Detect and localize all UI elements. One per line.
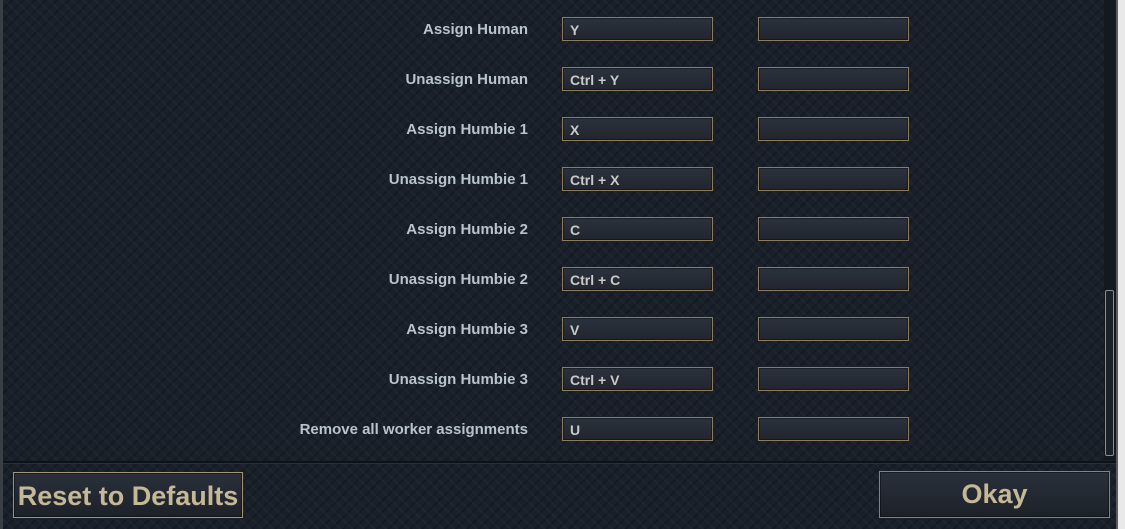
secondary-key-field[interactable] (758, 67, 909, 91)
keybinding-row: Assign Humbie 1 X (3, 117, 1103, 143)
action-label: Assign Humbie 3 (406, 321, 528, 338)
action-label: Assign Humbie 2 (406, 221, 528, 238)
secondary-key-field[interactable] (758, 417, 909, 441)
keybinding-row: Assign Humbie 2 C (3, 217, 1103, 243)
keybinding-row: Assign Humbie 3 V (3, 317, 1103, 343)
secondary-key-field[interactable] (758, 267, 909, 291)
action-label: Unassign Humbie 3 (388, 371, 528, 388)
keybinding-row: Assign Human Y (3, 17, 1103, 43)
keybinding-scrollbar[interactable] (1104, 0, 1116, 460)
action-label: Assign Humbie 1 (406, 121, 528, 138)
action-label: Assign Human (422, 21, 528, 38)
keybinding-list: Assign Human Y Unassign Human Ctrl + Y A… (3, 0, 1103, 460)
keybindings-panel: Assign Human Y Unassign Human Ctrl + Y A… (0, 0, 1125, 529)
primary-key-field[interactable]: Ctrl + C (562, 267, 713, 291)
primary-key-field[interactable]: Y (562, 17, 713, 41)
okay-button[interactable]: Okay (879, 471, 1110, 518)
secondary-key-field[interactable] (758, 167, 909, 191)
action-label: Unassign Humbie 1 (388, 171, 528, 188)
primary-key-field[interactable]: C (562, 217, 713, 241)
keybinding-row: Unassign Humbie 2 Ctrl + C (3, 267, 1103, 293)
keybinding-row: Remove all worker assignments U (3, 417, 1103, 443)
primary-key-field[interactable]: Ctrl + Y (562, 67, 713, 91)
primary-key-field[interactable]: X (562, 117, 713, 141)
action-label: Remove all worker assignments (299, 421, 528, 438)
action-label: Unassign Human (405, 71, 528, 88)
reset-to-defaults-button[interactable]: Reset to Defaults (13, 472, 243, 518)
primary-key-field[interactable]: V (562, 317, 713, 341)
secondary-key-field[interactable] (758, 117, 909, 141)
primary-key-field[interactable]: Ctrl + V (562, 367, 713, 391)
keybinding-row: Unassign Human Ctrl + Y (3, 67, 1103, 93)
secondary-key-field[interactable] (758, 317, 909, 341)
footer-divider (3, 461, 1116, 464)
primary-key-field[interactable]: U (562, 417, 713, 441)
window-edge (1118, 0, 1125, 529)
secondary-key-field[interactable] (758, 17, 909, 41)
action-label: Unassign Humbie 2 (388, 271, 528, 288)
scrollbar-thumb[interactable] (1105, 290, 1114, 456)
secondary-key-field[interactable] (758, 217, 909, 241)
keybinding-row: Unassign Humbie 3 Ctrl + V (3, 367, 1103, 393)
keybinding-row: Unassign Humbie 1 Ctrl + X (3, 167, 1103, 193)
primary-key-field[interactable]: Ctrl + X (562, 167, 713, 191)
secondary-key-field[interactable] (758, 367, 909, 391)
